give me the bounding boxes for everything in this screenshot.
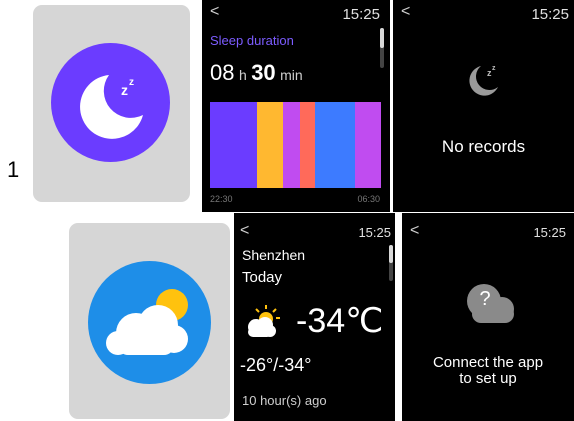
row-marker: 1 [7, 157, 20, 182]
hours-value: 08 [210, 60, 235, 85]
svg-text:z: z [121, 82, 128, 98]
minutes-unit: min [280, 67, 303, 83]
sleep-end-time: 06:30 [357, 194, 380, 204]
sleep-app-tile[interactable]: z z [33, 5, 190, 202]
status-time: 15:25 [533, 225, 566, 240]
sleep-start-time: 22:30 [210, 194, 233, 204]
temperature-range: -26°/-34° [240, 355, 311, 376]
minutes-value: 30 [251, 60, 276, 85]
svg-text:z: z [129, 77, 134, 88]
sleep-detail-screen: < 15:25 Sleep duration 08 h 30 min 22:30… [202, 0, 390, 212]
connect-app-message-line2: to set up [459, 370, 517, 387]
current-temperature: -34℃ [296, 302, 384, 340]
scrollbar[interactable] [389, 245, 393, 281]
status-time: 15:25 [342, 6, 380, 23]
weather-empty-screen: < 15:25 ? Connect the app to set up [402, 213, 574, 421]
scrollbar-thumb[interactable] [380, 28, 384, 48]
moon-zzz-icon: z z [469, 65, 498, 96]
sleep-duration-title: Sleep duration [210, 33, 294, 48]
sleep-stage-segment-light [257, 102, 283, 188]
back-chevron-icon[interactable]: < [410, 223, 419, 239]
back-chevron-icon[interactable]: < [240, 223, 249, 239]
question-mark: ? [479, 288, 491, 310]
sleep-stage-segment-rem [283, 102, 300, 188]
sleep-app-circle: z z [51, 43, 170, 162]
sleep-stage-segment-rem [355, 102, 381, 188]
last-updated: 10 hour(s) ago [242, 393, 327, 408]
low-temperature: -34° [278, 355, 312, 375]
sleep-duration-value: 08 h 30 min [210, 60, 303, 86]
high-temperature: -26° [240, 355, 274, 375]
cloud-sun-icon [106, 289, 188, 355]
back-chevron-icon[interactable]: < [210, 4, 219, 20]
scrollbar[interactable] [380, 28, 384, 68]
weather-detail-screen: < 15:25 Shenzhen Today -34℃ -26°/-34° 10… [234, 213, 395, 421]
sleep-empty-screen: < 15:25 z z No records [393, 0, 574, 212]
sleep-stage-segment-deep [210, 102, 257, 188]
connect-app-message-line1: Connect the app [432, 354, 544, 371]
sleep-stage-segment-core [315, 102, 355, 188]
cloud-question-icon: ? [464, 279, 520, 327]
partly-cloudy-icon [248, 305, 280, 337]
day-label: Today [242, 269, 283, 286]
no-records-message: No records [441, 137, 526, 156]
sleep-stage-chart [210, 102, 381, 188]
back-chevron-icon[interactable]: < [401, 4, 410, 20]
status-time: 15:25 [358, 225, 391, 240]
sleep-stage-segment-awake [300, 102, 315, 188]
status-time: 15:25 [531, 6, 569, 23]
svg-text:z: z [492, 65, 496, 72]
weather-app-circle [88, 261, 211, 384]
city-name: Shenzhen [242, 247, 306, 263]
moon-zzz-icon: z z [80, 75, 143, 139]
hours-unit: h [238, 67, 247, 83]
connect-app-message: Connect the app to set up [402, 355, 574, 387]
scrollbar-thumb[interactable] [389, 245, 393, 263]
weather-app-tile[interactable] [69, 223, 230, 419]
